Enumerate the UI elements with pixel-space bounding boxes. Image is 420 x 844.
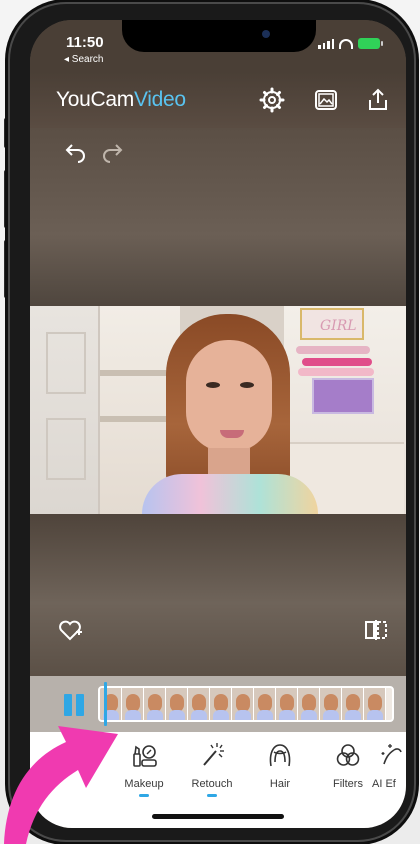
redo-arrow-icon[interactable] — [100, 138, 128, 166]
filters-icon — [336, 744, 360, 766]
status-bar: 11:50 ◂ Search — [30, 20, 406, 72]
settings-gear-icon[interactable] — [258, 86, 286, 114]
tool-label: Hair — [269, 778, 291, 790]
page-background: 11:50 ◂ Search YouCamVideo GIRL Makeup R… — [0, 0, 420, 844]
retouch-wand-icon — [203, 743, 224, 766]
hair-icon — [269, 744, 291, 767]
undo-redo-bar — [30, 128, 406, 180]
video-blur-bottom — [30, 514, 406, 676]
status-time: 11:50 — [66, 34, 104, 51]
scene-door — [30, 306, 100, 514]
scene-ribbon — [298, 368, 374, 376]
filmstrip-frame — [320, 688, 342, 720]
undo-arrow-icon[interactable] — [60, 138, 88, 166]
filmstrip-frame — [254, 688, 276, 720]
filmstrip-frame — [364, 688, 386, 720]
person-eye — [240, 382, 254, 388]
tool-ai-effects[interactable]: AI Ef — [370, 740, 406, 790]
brand-youcam: YouCam — [56, 88, 134, 111]
gallery-icon[interactable] — [312, 86, 340, 114]
filmstrip-frame — [188, 688, 210, 720]
tool-selected-indicator — [207, 794, 217, 797]
back-to-search-link[interactable]: ◂ Search — [64, 54, 103, 65]
app-header: YouCamVideo — [30, 72, 406, 128]
filmstrip-frame — [232, 688, 254, 720]
brand-video: Video — [133, 88, 186, 111]
scene-ribbon — [302, 358, 372, 366]
sign-text: GIRL — [320, 318, 357, 334]
status-icons — [318, 38, 383, 49]
door-panel — [46, 418, 86, 480]
notch — [122, 20, 316, 52]
filmstrip-frame — [276, 688, 298, 720]
door-panel — [46, 332, 86, 394]
filmstrip-frame — [298, 688, 320, 720]
compare-split-icon[interactable] — [362, 618, 390, 642]
front-camera — [262, 30, 270, 38]
ai-effects-icon — [381, 744, 402, 765]
scene-sign: GIRL — [300, 308, 364, 340]
app-brand-logo: YouCamVideo — [56, 88, 186, 112]
tool-hair[interactable]: Hair — [248, 740, 312, 790]
person-eye — [206, 382, 220, 388]
pointer-arrow-graphic — [4, 726, 118, 844]
battery-charging-icon — [358, 38, 383, 49]
tool-label: AI Ef — [372, 778, 396, 790]
filmstrip-frame — [166, 688, 188, 720]
heart-add-icon[interactable] — [56, 618, 84, 642]
person-shirt — [142, 474, 318, 514]
tool-retouch[interactable]: Retouch — [180, 740, 244, 797]
scene-purple-box — [312, 378, 374, 414]
wifi-icon — [339, 38, 353, 49]
filmstrip-frame — [210, 688, 232, 720]
tool-label: Retouch — [191, 778, 233, 790]
filmstrip-frame — [342, 688, 364, 720]
home-indicator — [152, 814, 284, 819]
cellular-signal-icon — [318, 38, 334, 49]
share-upload-icon[interactable] — [364, 86, 392, 114]
video-preview[interactable]: GIRL — [30, 306, 406, 514]
scene-ribbon — [296, 346, 370, 354]
